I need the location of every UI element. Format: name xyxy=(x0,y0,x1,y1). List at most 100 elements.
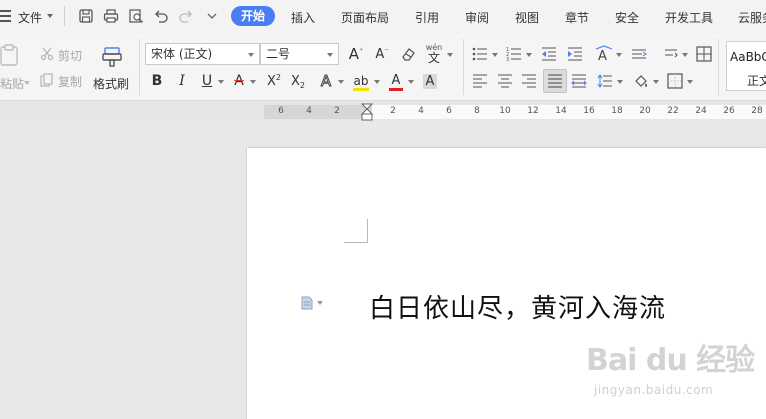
chevron-down-icon[interactable] xyxy=(682,53,688,57)
increase-indent-icon[interactable] xyxy=(566,45,584,63)
copy-icon[interactable] xyxy=(39,72,55,88)
redo-icon[interactable] xyxy=(178,8,194,24)
chevron-down-icon[interactable] xyxy=(408,80,414,84)
chevron-down-icon[interactable] xyxy=(47,14,53,18)
highlight-button[interactable]: ab xyxy=(350,71,372,93)
print-preview-icon[interactable] xyxy=(128,8,144,24)
chevron-down-icon[interactable] xyxy=(687,80,693,84)
ruler-number: 18 xyxy=(611,106,623,116)
bullet-list-icon[interactable] xyxy=(471,45,489,63)
tab-home[interactable]: 开始 xyxy=(231,6,276,26)
subscript-button[interactable]: X2 xyxy=(288,71,308,91)
chevron-down-icon[interactable] xyxy=(492,53,498,57)
fill-icon[interactable] xyxy=(632,71,650,91)
font-name-select[interactable]: 宋体 (正文) xyxy=(145,43,260,65)
ruler-number: 6 xyxy=(278,106,284,116)
print-icon[interactable] xyxy=(103,8,119,24)
font-size-value: 二号 xyxy=(266,47,291,61)
paragraph-spacing-icon[interactable] xyxy=(596,71,614,91)
tab-references[interactable]: 引用 xyxy=(415,9,439,26)
copy-button[interactable]: 复制 xyxy=(58,73,82,90)
ruler-number: 26 xyxy=(723,106,735,116)
paste-button[interactable]: 粘贴 xyxy=(0,75,24,92)
hamburger-menu-icon[interactable] xyxy=(0,10,11,23)
align-left-icon[interactable] xyxy=(471,71,489,91)
file-menu[interactable]: 文件 xyxy=(18,9,42,26)
ruler-number: 14 xyxy=(555,106,567,116)
character-shading-button[interactable]: A xyxy=(420,71,440,91)
format-painter-button[interactable]: 格式刷 xyxy=(93,75,129,92)
highlight-icon: ab xyxy=(353,73,369,88)
indent-marker-handle[interactable] xyxy=(360,103,374,121)
table-icon[interactable] xyxy=(695,45,713,63)
italic-button[interactable]: I xyxy=(173,71,191,91)
chevron-down-icon[interactable] xyxy=(616,53,622,57)
justify-icon[interactable] xyxy=(543,69,567,93)
chevron-down-icon[interactable] xyxy=(250,80,256,84)
chevron-down-icon[interactable] xyxy=(218,80,224,84)
divider xyxy=(139,39,140,95)
chevron-down-icon[interactable] xyxy=(447,53,453,57)
cut-button[interactable]: 剪切 xyxy=(58,47,82,64)
tab-security[interactable]: 安全 xyxy=(615,9,639,26)
save-icon[interactable] xyxy=(78,8,94,24)
text-effect-button[interactable]: A xyxy=(316,71,336,91)
customize-dropdown-icon[interactable] xyxy=(204,8,220,24)
superscript-button[interactable]: X2 xyxy=(264,71,284,91)
align-right-icon[interactable] xyxy=(520,71,538,91)
chevron-down-icon[interactable] xyxy=(653,80,659,84)
underline-button[interactable]: U xyxy=(198,71,216,91)
undo-icon[interactable] xyxy=(153,8,169,24)
ruler-text-area xyxy=(372,105,766,119)
border-icon[interactable] xyxy=(666,71,684,91)
ruler-number: 4 xyxy=(418,106,424,116)
style-normal[interactable]: AaBbC 正文 xyxy=(726,41,766,91)
bold-button[interactable]: B xyxy=(148,71,166,91)
chevron-down-icon[interactable] xyxy=(327,53,333,57)
italic-icon: I xyxy=(179,73,185,89)
chevron-down-icon[interactable] xyxy=(526,53,532,57)
tab-cloud-service[interactable]: 云服务 xyxy=(738,9,766,26)
grow-font-button[interactable]: A ⁺ xyxy=(345,43,367,65)
watermark-logo: Bai du 经验 xyxy=(586,343,755,378)
font-color-icon: A xyxy=(391,73,401,88)
decrease-indent-icon[interactable] xyxy=(540,45,558,63)
sort-icon[interactable] xyxy=(662,45,680,63)
paste-dropdown-icon[interactable] xyxy=(24,81,30,85)
clear-format-icon[interactable] xyxy=(398,43,418,65)
tab-review[interactable]: 审阅 xyxy=(465,9,489,26)
shrink-font-button[interactable]: A ⁻ xyxy=(371,43,393,65)
scissors-icon[interactable] xyxy=(39,46,55,62)
chevron-down-icon[interactable] xyxy=(374,80,380,84)
grow-font-icon: A xyxy=(348,45,360,63)
paragraph-layout-button[interactable] xyxy=(301,296,323,310)
chevron-down-icon[interactable] xyxy=(248,53,254,57)
line-spacing-icon[interactable] xyxy=(630,45,648,63)
paste-icon[interactable] xyxy=(0,43,22,67)
tab-chapter[interactable]: 章节 xyxy=(565,9,589,26)
ruler-number: 2 xyxy=(390,106,396,116)
bold-icon: B xyxy=(151,73,163,89)
numbered-list-icon[interactable]: 123 xyxy=(505,45,523,63)
document-text[interactable]: 白日依山尽，黄河入海流 xyxy=(369,288,666,325)
chevron-down-icon[interactable] xyxy=(338,80,344,84)
format-painter-icon[interactable] xyxy=(99,43,125,69)
font-color-button[interactable]: A xyxy=(386,71,406,93)
tab-developer[interactable]: 开发工具 xyxy=(665,9,713,26)
svg-text:A: A xyxy=(598,49,607,63)
ruler-number: 28 xyxy=(751,106,763,116)
underline-icon: U xyxy=(201,73,213,89)
chevron-down-icon[interactable] xyxy=(317,301,323,305)
paragraph-layout-icon xyxy=(301,296,313,310)
horizontal-ruler[interactable]: 6 4 2 2 4 6 8 10 12 14 16 18 20 22 24 26… xyxy=(0,101,766,122)
chevron-down-icon[interactable] xyxy=(617,80,623,84)
tab-insert[interactable]: 插入 xyxy=(291,9,315,26)
text-direction-icon[interactable]: A xyxy=(594,43,614,65)
tab-view[interactable]: 视图 xyxy=(515,9,539,26)
font-size-select[interactable]: 二号 xyxy=(260,43,339,65)
distributed-icon[interactable] xyxy=(570,71,588,91)
strikethrough-button[interactable]: A xyxy=(230,71,248,91)
tab-page-layout[interactable]: 页面布局 xyxy=(341,9,389,26)
align-center-icon[interactable] xyxy=(496,71,514,91)
phonetic-guide-button[interactable]: wén 文 xyxy=(423,41,445,65)
